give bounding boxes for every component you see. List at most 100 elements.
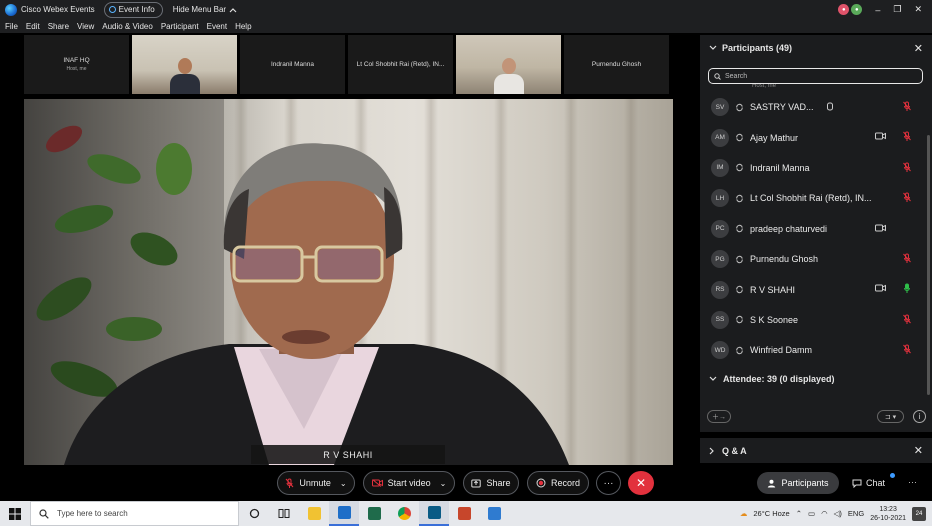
participants-panel-header[interactable]: Participants (49) ✕ <box>700 35 932 61</box>
outlook-icon[interactable] <box>329 501 359 526</box>
start-video-button[interactable]: Start video ⌄ <box>363 471 455 495</box>
record-button[interactable]: Record <box>527 471 589 495</box>
record-label: Record <box>550 478 580 488</box>
thumbnail-purnendu-ghosh[interactable]: Purnendu Ghosh <box>564 35 669 94</box>
thumbnail-video[interactable] <box>132 35 237 94</box>
weather-label[interactable]: 26°C Hoze <box>753 509 789 518</box>
chrome-icon[interactable] <box>389 501 419 526</box>
minimize-button[interactable]: – <box>875 5 880 15</box>
start-button[interactable] <box>0 501 30 526</box>
powerpoint-icon[interactable] <box>449 501 479 526</box>
participant-row[interactable]: SV SASTRY VAD... <box>700 92 932 122</box>
participant-list-scrollbar[interactable] <box>927 135 930 395</box>
wifi-icon[interactable]: ◠ <box>821 509 828 518</box>
thumbnail-indranil-manna[interactable]: Indranil Manna <box>240 35 345 94</box>
mic-active-icon[interactable] <box>903 283 911 294</box>
participant-avatar: IM <box>711 158 729 177</box>
camera-icon <box>875 284 886 292</box>
event-info-button[interactable]: Event Info <box>103 1 163 18</box>
menu-share[interactable]: Share <box>48 22 69 31</box>
person-icon <box>768 479 776 487</box>
restore-button[interactable]: ❐ <box>893 4 901 15</box>
mic-muted-icon[interactable] <box>903 314 911 325</box>
raised-hand-icon <box>827 102 833 111</box>
participants-tab-button[interactable]: Participants <box>757 472 839 494</box>
taskbar-search-input[interactable]: Type here to search <box>30 501 239 526</box>
photos-icon[interactable] <box>479 501 509 526</box>
clock-time: 13:23 <box>879 505 897 513</box>
panel-options-button[interactable]: ··· <box>908 477 917 487</box>
participants-panel-title: Participants (49) <box>722 43 793 53</box>
menu-event[interactable]: Event <box>207 22 227 31</box>
reactions-menu-button[interactable]: ⊐ ▾ <box>877 410 904 423</box>
file-explorer-icon[interactable] <box>299 501 329 526</box>
chevron-down-icon <box>709 45 717 50</box>
menu-audio-video[interactable]: Audio & Video <box>102 22 153 31</box>
more-options-button[interactable]: ··· <box>596 471 621 495</box>
close-qa-panel-button[interactable]: ✕ <box>914 444 923 457</box>
info-icon[interactable]: i <box>913 410 926 423</box>
participant-video-image <box>169 58 200 94</box>
menu-bar: File Edit Share View Audio & Video Parti… <box>0 19 932 33</box>
mic-muted-icon[interactable] <box>903 192 911 203</box>
mic-muted-icon[interactable] <box>903 344 911 355</box>
close-participants-panel-button[interactable]: ✕ <box>914 42 923 55</box>
participant-search-input[interactable]: Search <box>708 68 923 84</box>
sync-icon <box>736 316 743 324</box>
attendee-section-header[interactable]: Attendee: 39 (0 displayed) <box>700 368 932 390</box>
participant-name: R V SHAHI <box>750 284 796 295</box>
thumbnail-name: Purnendu Ghosh <box>591 61 642 68</box>
menu-help[interactable]: Help <box>235 22 251 31</box>
language-indicator[interactable]: ENG <box>848 509 864 518</box>
add-participant-button[interactable]: ＋→ <box>707 410 731 423</box>
hide-menu-bar-button[interactable]: Hide Menu Bar <box>173 5 237 14</box>
menu-file[interactable]: File <box>5 22 18 31</box>
account-avatars[interactable]: ● ● <box>838 4 863 15</box>
sync-icon <box>736 285 743 294</box>
weather-icon: ☁ <box>739 509 748 518</box>
cortana-icon[interactable] <box>239 501 269 526</box>
show-hidden-icons-icon[interactable]: ⌃ <box>796 509 802 518</box>
participant-row[interactable]: WD Winfried Damm <box>700 335 932 365</box>
participant-row[interactable]: PG Purnendu Ghosh <box>700 244 932 274</box>
thumbnail-name: Indranil Manna <box>271 61 314 68</box>
share-button[interactable]: Share <box>463 471 519 495</box>
thumbnail-inaf-hq[interactable]: INAF HQ Host, me <box>24 35 129 94</box>
mic-muted-icon[interactable] <box>903 131 911 142</box>
webex-app-icon[interactable] <box>419 501 449 526</box>
hide-menu-bar-label: Hide Menu Bar <box>172 5 227 14</box>
mic-muted-icon[interactable] <box>903 101 911 112</box>
qa-panel-header[interactable]: Q & A ✕ <box>700 438 932 463</box>
windows-logo-icon <box>9 507 21 520</box>
task-view-icon[interactable] <box>269 501 299 526</box>
menu-participant[interactable]: Participant <box>161 22 199 31</box>
chevron-down-icon <box>709 376 717 381</box>
thumbnail-video[interactable] <box>456 35 561 94</box>
participant-list: SV SASTRY VAD... AM Ajay Mathur IM Indra… <box>700 92 932 366</box>
chat-tab-button[interactable]: Chat <box>852 472 895 494</box>
webex-logo-icon <box>5 3 17 16</box>
close-button[interactable]: ✕ <box>914 4 922 15</box>
participant-row[interactable]: IM Indranil Manna <box>700 153 932 183</box>
menu-view[interactable]: View <box>77 22 94 31</box>
leave-meeting-button[interactable]: ✕ <box>628 471 654 495</box>
notifications-button[interactable]: 24 <box>912 506 926 521</box>
thumbnail-shobhit-rai[interactable]: Lt Col Shobhit Rai (Retd), IN... <box>348 35 453 94</box>
participant-row[interactable]: SS S K Soonee <box>700 305 932 335</box>
taskbar-clock[interactable]: 13:23 26-10-2021 <box>870 505 906 523</box>
unmute-button[interactable]: Unmute ⌄ <box>277 471 355 495</box>
chevron-down-icon[interactable]: ⌄ <box>340 479 347 488</box>
media-app-icon[interactable] <box>359 501 389 526</box>
participant-row[interactable]: LH Lt Col Shobhit Rai (Retd), IN... <box>700 183 932 213</box>
participant-video-image <box>493 58 524 94</box>
participant-row[interactable]: PC pradeep chaturvedi <box>700 214 932 244</box>
mic-muted-icon[interactable] <box>903 253 911 264</box>
network-icon[interactable]: ▭ <box>808 509 815 518</box>
active-speaker-video: R V SHAHI <box>24 99 673 465</box>
mic-muted-icon[interactable] <box>903 162 911 173</box>
chevron-down-icon[interactable]: ⌄ <box>440 479 447 488</box>
participant-row[interactable]: RS R V SHAHI <box>700 274 932 304</box>
participant-row[interactable]: AM Ajay Mathur <box>700 122 932 152</box>
menu-edit[interactable]: Edit <box>26 22 40 31</box>
volume-icon[interactable]: ◁) <box>834 509 842 518</box>
